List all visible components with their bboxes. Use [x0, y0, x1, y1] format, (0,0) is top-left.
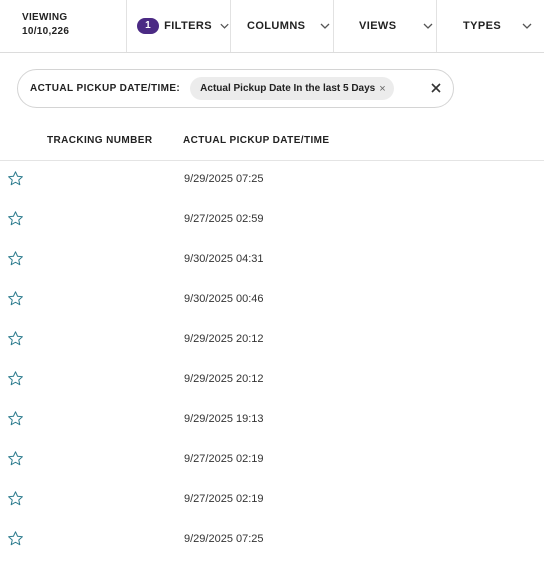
filters-count-badge: 1 [137, 18, 160, 34]
star-outline-icon[interactable] [7, 370, 24, 387]
viewing-count: 10/10,226 [22, 26, 70, 37]
star-outline-icon[interactable] [7, 530, 24, 547]
filter-chip[interactable]: Actual Pickup Date In the last 5 Days × [190, 77, 394, 100]
active-filter-bar: ACTUAL PICKUP DATE/TIME: Actual Pickup D… [17, 69, 454, 108]
viewing-summary: VIEWING 10/10,226 [0, 0, 127, 52]
column-header-tracking-number[interactable]: TRACKING NUMBER [47, 135, 152, 146]
table-row[interactable]: 9/30/2025 04:31 [0, 240, 544, 280]
filter-label: ACTUAL PICKUP DATE/TIME: [30, 83, 181, 94]
star-outline-icon[interactable] [7, 210, 24, 227]
viewing-label: VIEWING [22, 12, 68, 23]
pickup-datetime-cell: 9/27/2025 02:19 [184, 453, 264, 465]
types-button[interactable]: TYPES [437, 0, 544, 52]
chip-remove-icon[interactable]: × [379, 83, 385, 95]
table-row[interactable]: 9/29/2025 19:13 [0, 400, 544, 440]
table-body: 9/29/2025 07:25 9/27/2025 02:59 9/30/2025 … [0, 160, 544, 560]
filter-chip-text: Actual Pickup Date In the last 5 Days [200, 83, 376, 94]
pickup-datetime-cell: 9/29/2025 20:12 [184, 333, 264, 345]
filters-button[interactable]: 1 FILTERS [127, 0, 231, 52]
pickup-datetime-cell: 9/27/2025 02:19 [184, 493, 264, 505]
pickup-datetime-cell: 9/29/2025 20:12 [184, 373, 264, 385]
star-outline-icon[interactable] [7, 250, 24, 267]
table-row[interactable]: 9/27/2025 02:19 [0, 480, 544, 520]
table-row[interactable]: 9/27/2025 02:19 [0, 440, 544, 480]
table-row[interactable]: 9/30/2025 00:46 [0, 280, 544, 320]
filters-label: FILTERS [164, 20, 212, 32]
table-row[interactable]: 9/29/2025 07:25 [0, 520, 544, 560]
chevron-down-icon [320, 23, 330, 29]
views-button[interactable]: VIEWS [334, 0, 437, 52]
chevron-down-icon [423, 23, 433, 29]
table-row[interactable]: 9/29/2025 20:12 [0, 320, 544, 360]
chevron-down-icon [522, 23, 532, 29]
pickup-datetime-cell: 9/29/2025 07:25 [184, 533, 264, 545]
columns-label: COLUMNS [247, 20, 306, 32]
pickup-datetime-cell: 9/30/2025 04:31 [184, 253, 264, 265]
chevron-down-icon [220, 23, 229, 29]
star-outline-icon[interactable] [7, 410, 24, 427]
column-header-actual-pickup[interactable]: ACTUAL PICKUP DATE/TIME [183, 135, 329, 146]
table-row[interactable]: 9/29/2025 07:25 [0, 160, 544, 200]
table-row[interactable]: 9/27/2025 02:59 [0, 200, 544, 240]
table-header: TRACKING NUMBER ACTUAL PICKUP DATE/TIME [0, 121, 544, 161]
pickup-datetime-cell: 9/27/2025 02:59 [184, 213, 264, 225]
star-outline-icon[interactable] [7, 490, 24, 507]
pickup-datetime-cell: 9/29/2025 07:25 [184, 173, 264, 185]
star-outline-icon[interactable] [7, 450, 24, 467]
views-label: VIEWS [359, 20, 397, 32]
pickup-datetime-cell: 9/29/2025 19:13 [184, 413, 264, 425]
close-icon[interactable] [429, 81, 443, 95]
columns-button[interactable]: COLUMNS [231, 0, 334, 52]
table-row[interactable]: 9/29/2025 20:12 [0, 360, 544, 400]
star-outline-icon[interactable] [7, 170, 24, 187]
pickup-datetime-cell: 9/30/2025 00:46 [184, 293, 264, 305]
star-outline-icon[interactable] [7, 330, 24, 347]
types-label: TYPES [463, 20, 502, 32]
toolbar: VIEWING 10/10,226 1 FILTERS COLUMNS VIEW… [0, 0, 544, 53]
star-outline-icon[interactable] [7, 290, 24, 307]
